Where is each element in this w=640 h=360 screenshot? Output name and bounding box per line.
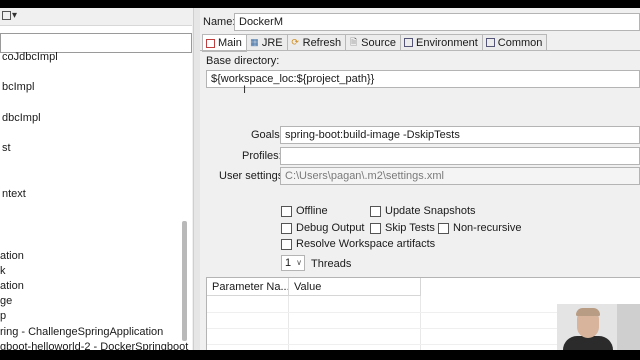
source-tab-icon: 🗎 <box>350 37 358 47</box>
goals-field[interactable]: spring-boot:build-image -DskipTests <box>280 126 640 144</box>
tree-item[interactable]: ation <box>0 250 24 262</box>
offline-checkbox[interactable]: Offline <box>281 205 328 217</box>
user-settings-field[interactable]: C:\Users\pagan\.m2\settings.xml <box>280 167 640 185</box>
main-tab-icon <box>206 38 215 48</box>
tab-jre-label: JRE <box>261 36 283 49</box>
webcam-overlay <box>557 304 640 350</box>
configuration-editor: Name: DockerM Main ▦ JRE ⟳ Refresh 🗎 Sou… <box>200 8 640 350</box>
user-settings-label: User settings: <box>219 170 287 182</box>
tree-item[interactable]: p <box>0 310 6 322</box>
profiles-field[interactable] <box>280 147 640 165</box>
tab-source-label: Source <box>361 36 397 49</box>
refresh-tab-icon: ⟳ <box>291 37 299 47</box>
tree-scrollbar[interactable] <box>182 221 187 341</box>
base-directory-field[interactable]: ${workspace_loc:${project_path}} <box>206 70 640 88</box>
tab-refresh[interactable]: ⟳ Refresh <box>287 34 347 51</box>
resolve-workspace-checkbox-box[interactable] <box>281 238 292 250</box>
non-recursive-checkbox-box[interactable] <box>438 222 449 234</box>
non-recursive-label: Non-recursive <box>453 222 522 234</box>
skip-tests-label: Skip Tests <box>385 222 435 234</box>
tree-item[interactable]: ation <box>0 280 24 292</box>
skip-tests-checkbox[interactable]: Skip Tests <box>370 222 435 234</box>
column-divider <box>420 296 421 350</box>
filter-toggle-icon[interactable] <box>2 11 11 20</box>
tree-item[interactable]: ge <box>0 295 12 307</box>
presenter-hair <box>576 308 600 316</box>
tree-item[interactable]: ntext <box>2 188 26 200</box>
non-recursive-checkbox[interactable]: Non-recursive <box>438 222 521 234</box>
eclipse-run-configuration-window: ▾ coJdbcImpl bcImpl dbcImpl st ntext ati… <box>0 8 640 350</box>
column-divider <box>288 296 289 350</box>
update-snapshots-checkbox-box[interactable] <box>370 205 381 217</box>
config-tabs: Main ▦ JRE ⟳ Refresh 🗎 Source Environmen… <box>202 34 548 52</box>
update-snapshots-label: Update Snapshots <box>385 205 476 217</box>
table-header-parameter-name[interactable]: Parameter Na... <box>207 278 289 296</box>
tree-toolbar: ▾ <box>0 8 192 26</box>
table-header-value[interactable]: Value <box>289 278 421 296</box>
offline-checkbox-box[interactable] <box>281 205 292 217</box>
threads-value: 1 <box>285 257 292 269</box>
webcam-shelf <box>617 304 640 350</box>
debug-output-checkbox[interactable]: Debug Output <box>281 222 365 234</box>
resolve-workspace-checkbox[interactable]: Resolve Workspace artifacts <box>281 238 435 250</box>
environment-tab-icon <box>404 38 414 47</box>
tab-jre[interactable]: ▦ JRE <box>246 34 288 51</box>
tree-item[interactable]: k <box>0 265 6 277</box>
launch-config-tree-panel: ▾ coJdbcImpl bcImpl dbcImpl st ntext ati… <box>0 8 192 350</box>
jre-tab-icon: ▦ <box>250 37 259 47</box>
tab-source[interactable]: 🗎 Source <box>346 34 402 51</box>
debug-output-label: Debug Output <box>296 222 365 234</box>
tree-item[interactable]: st <box>2 142 11 154</box>
base-directory-label: Base directory: <box>206 55 280 67</box>
tab-refresh-label: Refresh <box>302 36 342 49</box>
update-snapshots-checkbox[interactable]: Update Snapshots <box>370 205 476 217</box>
filter-input[interactable] <box>0 33 192 53</box>
view-menu-chevron-icon[interactable]: ▾ <box>12 10 17 21</box>
threads-label: Threads <box>311 258 352 270</box>
tab-common[interactable]: Common <box>482 34 548 51</box>
offline-label: Offline <box>296 205 328 217</box>
tree-item[interactable]: coJdbcImpl <box>2 51 58 63</box>
threads-select[interactable]: 1 ∨ <box>281 255 305 271</box>
tab-main-label: Main <box>218 37 242 49</box>
skip-tests-checkbox-box[interactable] <box>370 222 381 234</box>
tab-common-label: Common <box>497 36 543 49</box>
name-label: Name: <box>203 16 236 28</box>
tab-environment-label: Environment <box>416 36 478 49</box>
chevron-down-icon: ∨ <box>296 258 302 267</box>
goals-label: Goals: <box>251 129 283 141</box>
tree-item[interactable]: bcImpl <box>2 81 34 93</box>
common-tab-icon <box>485 38 495 47</box>
resolve-workspace-label: Resolve Workspace artifacts <box>296 238 436 250</box>
profiles-label: Profiles: <box>242 150 282 162</box>
tree-item[interactable]: ring - ChallengeSpringApplication <box>0 326 163 338</box>
text-cursor-icon: I <box>243 84 247 96</box>
name-field[interactable]: DockerM <box>234 13 640 31</box>
debug-output-checkbox-box[interactable] <box>281 222 292 234</box>
presenter-shirt <box>563 336 613 350</box>
tab-environment[interactable]: Environment <box>401 34 483 51</box>
tab-divider <box>200 50 640 51</box>
tree-item[interactable]: dbcImpl <box>2 112 41 124</box>
tree-item[interactable]: gboot-helloworld-2 - DockerSpringboot <box>0 341 188 350</box>
